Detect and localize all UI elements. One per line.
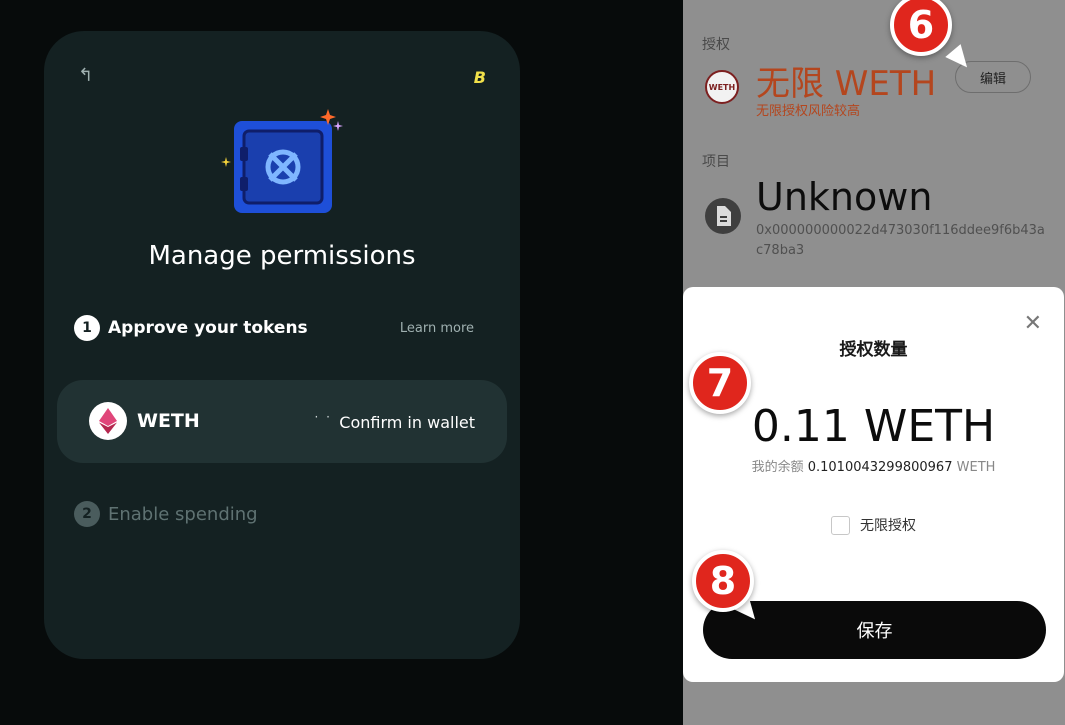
auth-value: 无限 WETH [756, 64, 937, 104]
step-enable-spending: 2 Enable spending [74, 501, 258, 527]
unlimited-checkbox[interactable] [831, 515, 850, 535]
close-icon[interactable]: ✕ [1024, 311, 1042, 336]
project-name: Unknown [756, 175, 933, 219]
safe-icon [221, 109, 343, 213]
learn-more-link[interactable]: Learn more [400, 321, 474, 336]
balance-label: 我的余额 [751, 460, 804, 475]
page-title: Manage permissions [148, 241, 416, 271]
step-1-label: Approve your tokens [108, 318, 308, 338]
loading-spinner-icon: · · [314, 410, 332, 424]
weth-token-icon: WETH [705, 70, 739, 104]
modal-title: 授权数量 [839, 340, 908, 360]
project-address: 0x000000000022d473030f116ddee9f6b43ac78b… [756, 223, 1045, 258]
project-label: 项目 [702, 154, 730, 170]
brand-logo: B [473, 68, 486, 87]
step-approve-tokens: 1 Approve your tokens [74, 315, 308, 341]
confirm-status: Confirm in wallet [339, 413, 475, 432]
step-1-badge: 1 [74, 315, 100, 341]
balance-unit: WETH [956, 460, 996, 475]
unlimited-checkbox-label: 无限授权 [860, 518, 916, 534]
document-icon [705, 198, 741, 234]
step-2-label: Enable spending [108, 503, 258, 525]
ethereum-icon [89, 402, 127, 440]
manage-permissions-card: ↰ B Manage permissions 1 Approve your to… [44, 31, 520, 659]
callout-8: 8 [692, 550, 754, 612]
approval-amount-modal: 授权数量 ✕ 0.11 WETH 我的余额 0.1010043299800967… [683, 287, 1064, 682]
token-name: WETH [137, 410, 200, 432]
step-2-badge: 2 [74, 501, 100, 527]
balance-line: 我的余额 0.1010043299800967 WETH [683, 456, 1064, 475]
auth-label: 授权 [702, 37, 730, 53]
back-arrow-icon[interactable]: ↰ [78, 65, 93, 86]
token-approval-row: WETH · · Confirm in wallet [57, 380, 507, 463]
auth-warning: 无限授权风险较高 [756, 104, 861, 119]
unlimited-approval-option[interactable]: 无限授权 [831, 515, 916, 535]
callout-7: 7 [689, 352, 751, 414]
balance-value: 0.1010043299800967 [807, 460, 953, 475]
